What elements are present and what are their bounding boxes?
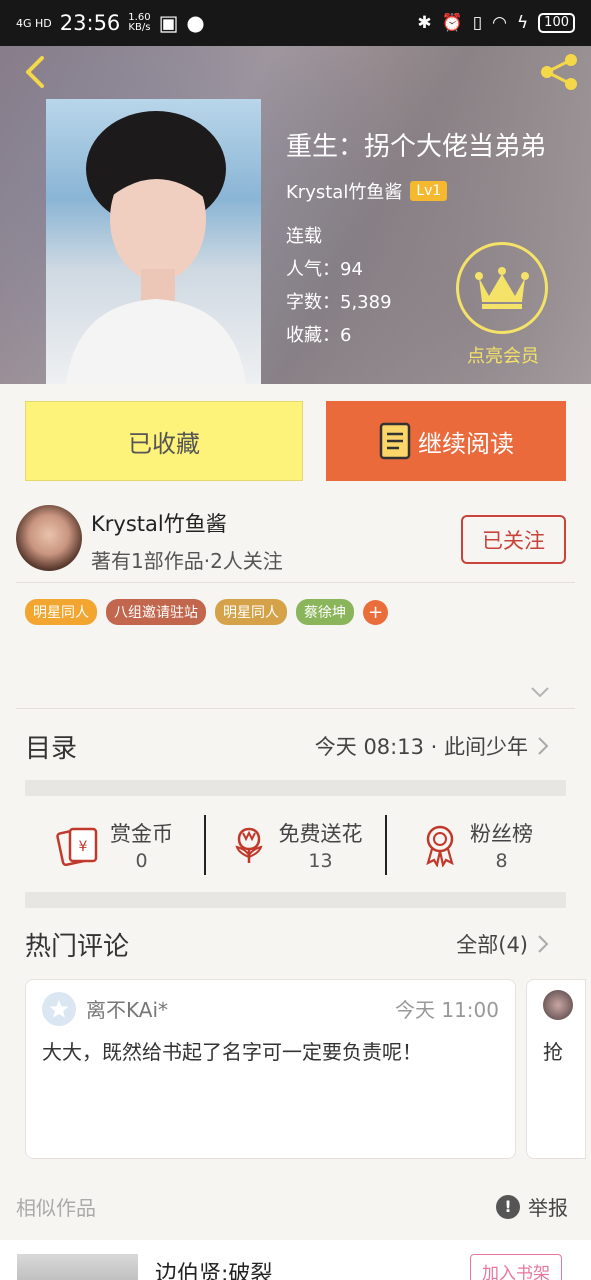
network-speed: 1.60 KB/s	[128, 12, 151, 33]
section-separator	[25, 780, 566, 796]
author-subtitle: 著有1部作品·2人关注	[91, 549, 283, 573]
book-author[interactable]: Krystal竹鱼酱	[286, 178, 402, 204]
status-time: 23:56	[59, 11, 121, 35]
add-tag-button[interactable]: +	[363, 599, 388, 625]
avatar[interactable]	[543, 990, 573, 1020]
avatar[interactable]	[16, 505, 82, 571]
report-button[interactable]: ! 举报	[496, 1192, 568, 1221]
book-word-count: 字数：5,389	[286, 292, 392, 313]
similar-work-item[interactable]: 边伯贤:破裂 加入书架	[0, 1240, 591, 1280]
book-meta: 连载 人气：94 字数：5,389 收藏：6	[286, 220, 392, 352]
similar-work-title: 边伯贤:破裂	[155, 1262, 273, 1280]
send-flower-button[interactable]: 免费送花 13	[206, 810, 385, 880]
chevron-left-icon	[26, 56, 44, 88]
stat-value: 8	[495, 850, 508, 872]
book-collections: 收藏：6	[286, 325, 352, 346]
divider	[16, 582, 575, 583]
status-bar: 4G HD 23:56 1.60 KB/s ▣ ● ✱ ⏰ ▯ ◠ ϟ 100	[0, 0, 591, 46]
stat-label: 免费送花	[278, 822, 363, 846]
comments-header: 热门评论 全部(4)	[25, 920, 550, 968]
section-separator	[25, 892, 566, 908]
book-status: 连载	[286, 226, 322, 247]
book-author-line: Krystal竹鱼酱 Lv1	[286, 178, 448, 204]
stat-label: 粉丝榜	[470, 822, 533, 846]
add-to-shelf-button[interactable]: 加入书架	[470, 1254, 562, 1280]
crown-icon	[475, 267, 529, 309]
stats-bar: ¥ 赏金币 0 免费送花 13 粉丝榜 8	[25, 810, 566, 880]
cover-portrait	[66, 111, 246, 384]
stat-value: 13	[308, 850, 333, 872]
similar-works-title: 相似作品	[16, 1196, 96, 1220]
reward-coins-button[interactable]: ¥ 赏金币 0	[25, 810, 204, 880]
charging-icon: ϟ	[516, 13, 529, 33]
network-indicator: 4G HD	[16, 16, 52, 30]
battery-indicator: 100	[538, 13, 575, 33]
chevron-down-icon[interactable]	[530, 685, 550, 699]
catalog-row[interactable]: 目录 今天 08:13 · 此间少年	[25, 720, 550, 772]
tag-item[interactable]: 明星同人	[215, 599, 287, 625]
author-row: Krystal竹鱼酱 著有1部作品·2人关注 已关注	[16, 505, 576, 575]
comment-text: 大大，既然给书起了名字可一定要负责呢！	[42, 1040, 422, 1064]
comment-card[interactable]: 抢	[526, 979, 586, 1159]
continue-reading-label: 继续阅读	[418, 429, 514, 458]
star-icon	[49, 1000, 69, 1018]
follow-button[interactable]: 已关注	[461, 515, 566, 564]
book-icon	[379, 422, 411, 460]
comment-card[interactable]: 离不KAi* 今天 11:00 大大，既然给书起了名字可一定要负责呢！	[25, 979, 516, 1159]
all-comments-link[interactable]: 全部(4)	[456, 929, 528, 959]
vibrate-icon: ▯	[472, 13, 483, 33]
tag-list: 明星同人 八组邀请驻站 明星同人 蔡徐坤 +	[25, 599, 388, 625]
red-envelope-icon: ¥	[56, 827, 98, 867]
tag-item[interactable]: 明星同人	[25, 599, 97, 625]
divider	[16, 708, 575, 709]
book-popularity: 人气：94	[286, 259, 363, 280]
book-cover[interactable]	[46, 99, 261, 384]
author-level-badge: Lv1	[410, 181, 448, 201]
fan-ranking-button[interactable]: 粉丝榜 8	[387, 810, 566, 880]
vip-button[interactable]: 点亮会员	[456, 242, 550, 368]
qq-icon: ●	[186, 11, 205, 35]
book-title: 重生：拐个大佬当弟弟	[286, 132, 547, 162]
chevron-right-icon[interactable]	[536, 933, 550, 955]
avatar[interactable]	[42, 992, 76, 1026]
tag-item[interactable]: 蔡徐坤	[296, 599, 354, 625]
book-header: 重生：拐个大佬当弟弟 Krystal竹鱼酱 Lv1 连载 人气：94 字数：5,…	[0, 46, 591, 384]
share-icon	[541, 54, 577, 90]
stat-label: 赏金币	[110, 822, 173, 846]
wifi-icon: ◠	[492, 13, 507, 33]
catalog-title: 目录	[25, 733, 78, 764]
catalog-latest-chapter: 今天 08:13 · 此间少年	[314, 735, 528, 759]
alarm-icon: ⏰	[441, 13, 463, 33]
continue-reading-button[interactable]: 继续阅读	[326, 401, 566, 481]
vip-label: 点亮会员	[467, 346, 539, 367]
vip-badge	[456, 242, 548, 334]
stat-value: 0	[135, 850, 148, 872]
comment-user[interactable]: 离不KAi*	[86, 994, 168, 1023]
tag-item[interactable]: 八组邀请驻站	[106, 599, 206, 625]
report-label: 举报	[528, 1196, 568, 1220]
bluetooth-icon: ✱	[417, 13, 432, 33]
similar-work-cover[interactable]	[17, 1254, 138, 1280]
comment-text: 抢	[543, 1040, 563, 1064]
screenshot-icon: ▣	[158, 11, 179, 35]
author-name[interactable]: Krystal竹鱼酱	[91, 508, 227, 538]
collected-button[interactable]: 已收藏	[25, 401, 303, 481]
alert-icon: !	[496, 1194, 520, 1219]
flower-icon	[234, 827, 263, 863]
back-button[interactable]	[16, 52, 56, 92]
comments-title: 热门评论	[25, 931, 130, 962]
medal-icon	[426, 825, 454, 867]
svg-text:¥: ¥	[79, 839, 88, 855]
share-button[interactable]	[537, 52, 581, 92]
comment-time: 今天 11:00	[395, 998, 499, 1022]
chevron-right-icon	[538, 737, 549, 755]
